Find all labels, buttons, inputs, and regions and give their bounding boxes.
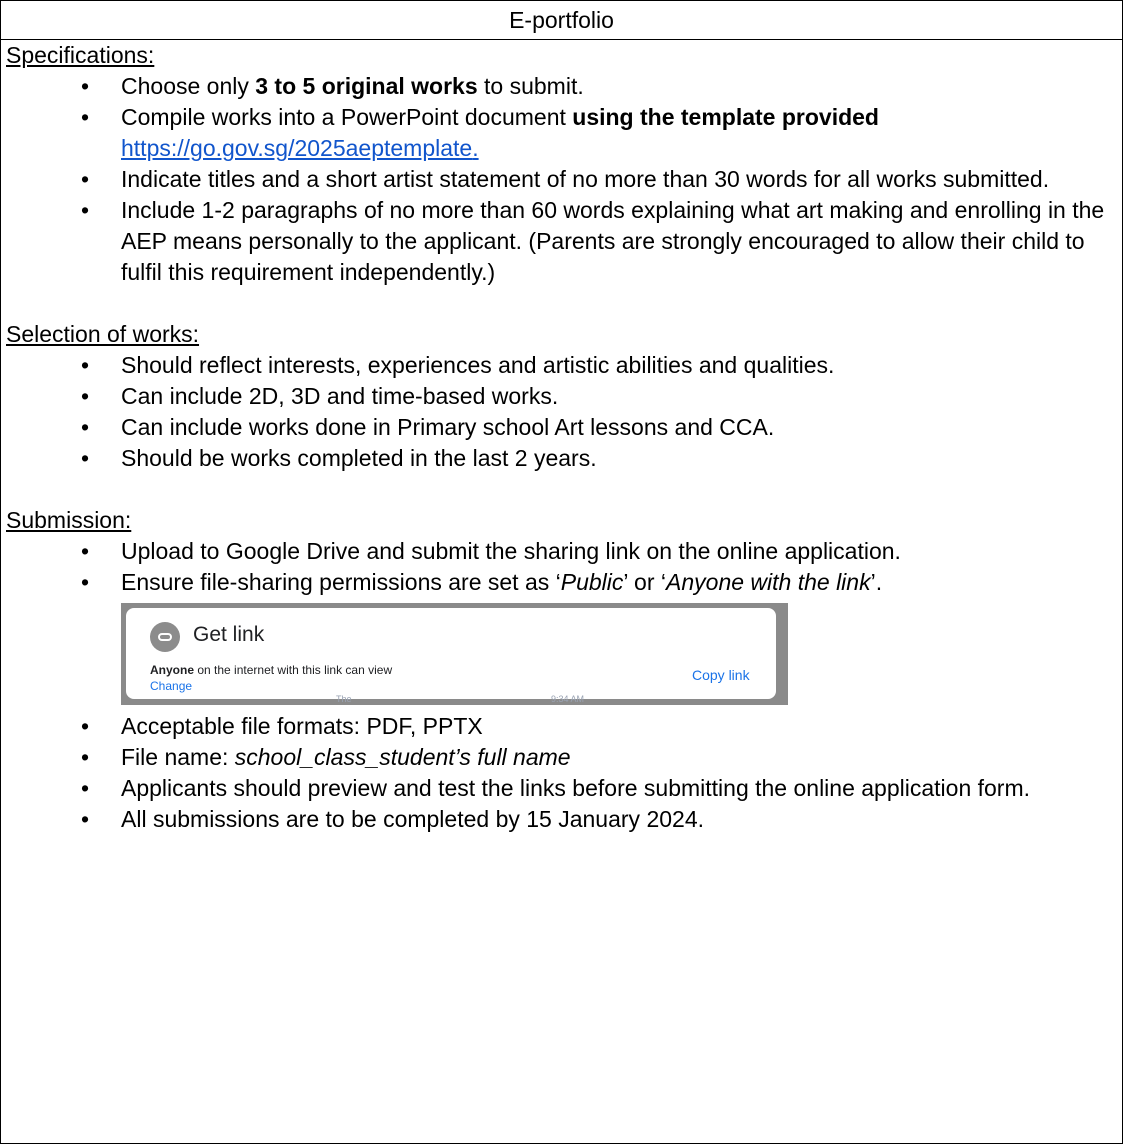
submission-list: Upload to Google Drive and submit the sh… <box>6 536 1122 598</box>
list-item: Acceptable file formats: PDF, PPTX <box>6 711 1122 742</box>
background-text: The <box>336 694 352 704</box>
get-link-card: Get link Anyone on the internet with thi… <box>126 608 776 699</box>
list-item: Applicants should preview and test the l… <box>6 773 1122 804</box>
change-link[interactable]: Change <box>150 679 192 693</box>
submission-heading: Submission: <box>6 507 132 533</box>
list-item: Can include works done in Primary school… <box>6 412 1122 443</box>
get-link-screenshot: Get link Anyone on the internet with thi… <box>121 603 788 705</box>
list-item: Indicate titles and a short artist state… <box>6 164 1122 195</box>
template-link[interactable]: https://go.gov.sg/2025aeptemplate <box>121 135 472 161</box>
list-item: Should be works completed in the last 2 … <box>6 443 1122 474</box>
table-title: E-portfolio <box>1 1 1122 40</box>
background-time: 9:34 AM <box>551 694 585 704</box>
selection-list: Should reflect interests, experiences an… <box>6 350 1122 474</box>
list-item: Ensure file-sharing permissions are set … <box>6 567 1122 598</box>
link-icon <box>150 622 180 652</box>
specifications-list: Choose only 3 to 5 original works to sub… <box>6 71 1122 288</box>
copy-link-button[interactable]: Copy link <box>692 667 750 683</box>
selection-heading: Selection of works: <box>6 321 200 347</box>
e-portfolio-table: E-portfolio Specifications: Choose only … <box>0 0 1123 1144</box>
specifications-heading: Specifications: <box>6 42 155 68</box>
list-item: Upload to Google Drive and submit the sh… <box>6 536 1122 567</box>
submission-list-continued: Acceptable file formats: PDF, PPTX File … <box>6 711 1122 835</box>
list-item: Compile works into a PowerPoint document… <box>6 102 1122 164</box>
list-item: Choose only 3 to 5 original works to sub… <box>6 71 1122 102</box>
list-item: Can include 2D, 3D and time-based works. <box>6 381 1122 412</box>
get-link-title: Get link <box>193 623 265 646</box>
list-item: File name: school_class_student’s full n… <box>6 742 1122 773</box>
table-content: Specifications: Choose only 3 to 5 origi… <box>1 40 1122 835</box>
list-item: Should reflect interests, experiences an… <box>6 350 1122 381</box>
list-item: All submissions are to be completed by 1… <box>6 804 1122 835</box>
get-link-description: Anyone on the internet with this link ca… <box>150 663 393 677</box>
list-item: Include 1-2 paragraphs of no more than 6… <box>6 195 1122 288</box>
